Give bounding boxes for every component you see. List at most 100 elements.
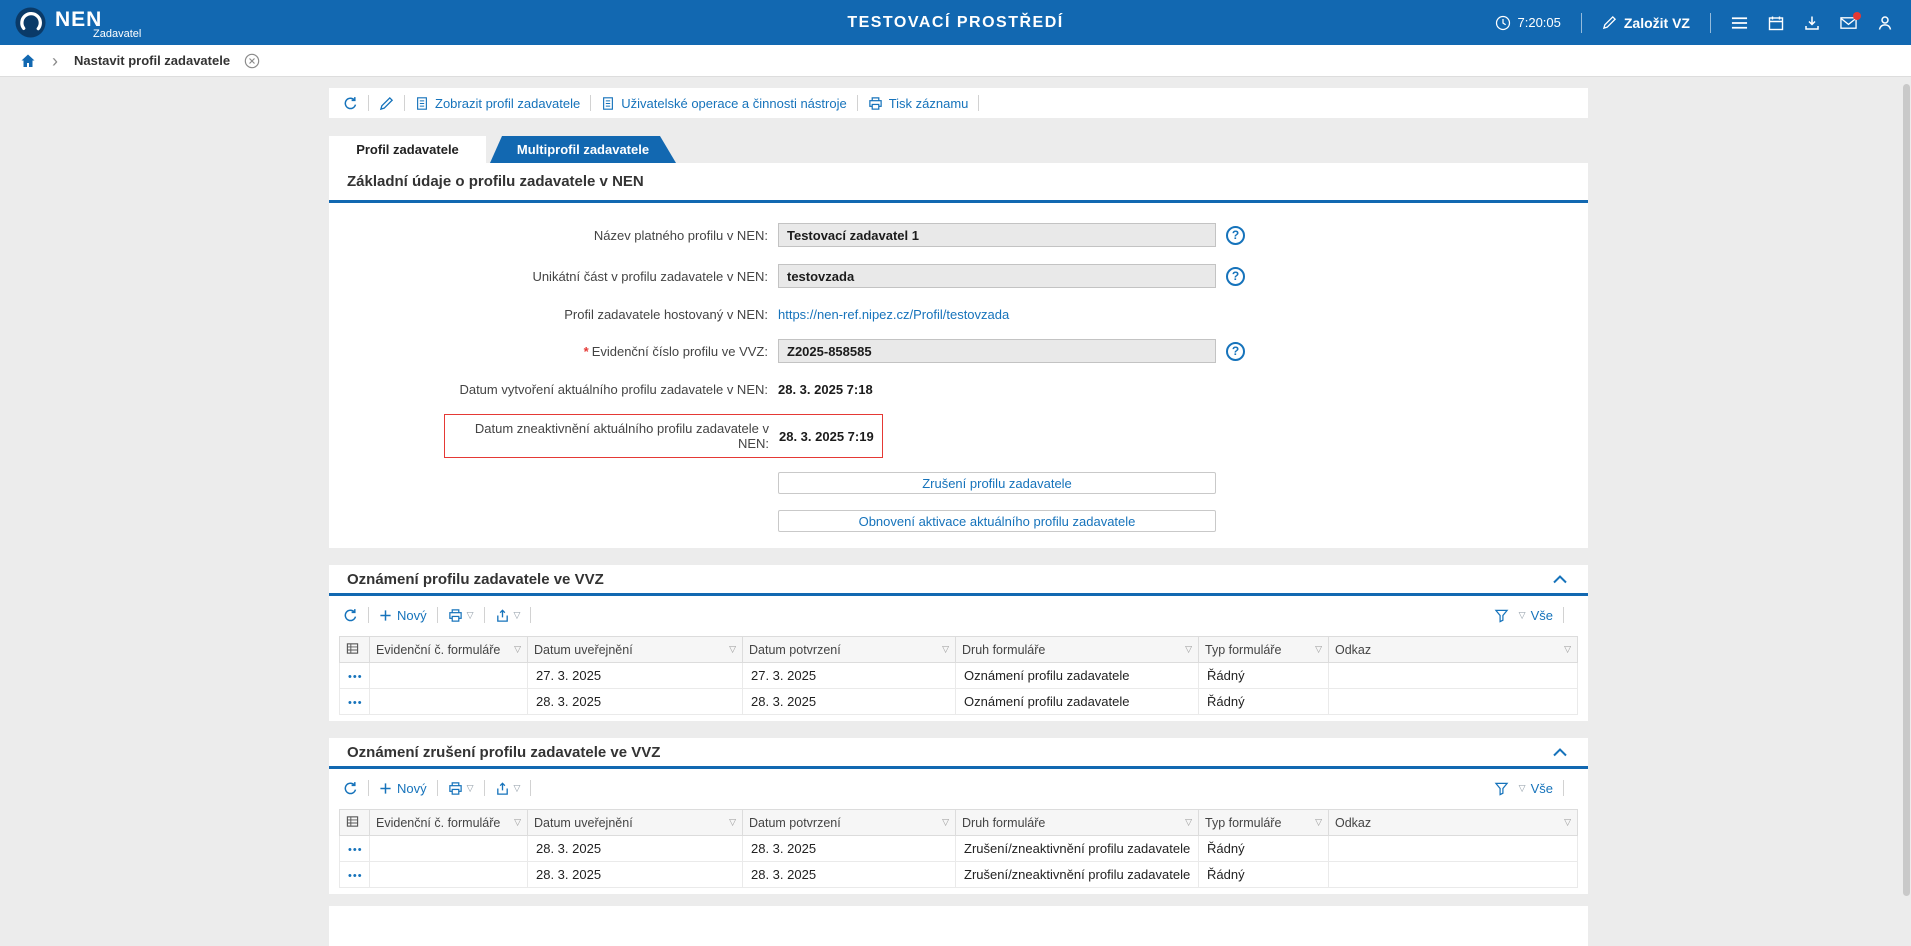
print-options-caret-icon[interactable]: ▽ [467,610,474,621]
app-logo[interactable]: NEN Zadavatel [0,6,141,40]
table-row[interactable]: ••• 28. 3. 2025 28. 3. 2025 Oznámení pro… [340,689,1578,715]
field-row-vvz-number: *Evidenční číslo profilu ve VVZ: ? [329,339,1588,363]
vvz-notices-section: Oznámení profilu zadavatele ve VVZ Nový … [329,565,1588,721]
column-header[interactable]: Typ formuláře▽ [1199,637,1329,663]
filter-caret-icon[interactable]: ▽ [1181,644,1192,655]
vvz-number-input[interactable] [778,339,1216,363]
hamburger-icon [1731,16,1748,30]
vvz-notices-table: Evidenční č. formuláře▽ Datum uveřejnění… [339,636,1578,715]
filter-caret-icon[interactable]: ▽ [938,817,949,828]
page-scrollbar[interactable] [1903,80,1910,916]
field-row-profile-name: Název platného profilu v NEN: ? [329,223,1588,247]
column-header[interactable]: Datum potvrzení▽ [743,637,956,663]
filter-caret-icon[interactable]: ▽ [725,644,736,655]
close-tab-icon[interactable] [244,53,260,69]
field-label: Datum vytvoření aktuálního profilu zadav… [329,382,768,397]
table-grid-icon [346,815,359,828]
print-record-link[interactable]: Tisk záznamu [868,96,969,111]
column-header[interactable]: Datum potvrzení▽ [743,810,956,836]
cancel-profile-button[interactable]: Zrušení profilu zadavatele [778,472,1216,494]
profile-url-link[interactable]: https://nen-ref.nipez.cz/Profil/testovza… [778,307,1009,322]
toolbar-divider [484,780,485,796]
print-grid-button[interactable] [448,781,463,796]
breadcrumb-current[interactable]: Nastavit profil zadavatele [74,53,230,68]
filter-caret-icon[interactable]: ▽ [1181,817,1192,828]
export-options-caret-icon[interactable]: ▽ [514,783,521,794]
column-header[interactable]: Evidenční č. formuláře▽ [370,810,528,836]
export-button[interactable] [495,608,510,623]
profile-tabs: Profil zadavatele Multiprofil zadavatele [329,136,1588,163]
show-all-button[interactable]: Vše [1531,781,1553,796]
filter-caret-icon[interactable]: ▽ [510,644,521,655]
help-icon[interactable]: ? [1226,226,1245,245]
row-actions-icon[interactable]: ••• [348,671,363,683]
column-header[interactable]: Typ formuláře▽ [1199,810,1329,836]
column-header[interactable]: Druh formuláře▽ [956,810,1199,836]
filter-caret-icon[interactable]: ▽ [1311,644,1322,655]
export-options-caret-icon[interactable]: ▽ [514,610,521,621]
refresh-button[interactable] [343,96,358,111]
toolbar-divider [857,95,858,111]
column-header[interactable]: Evidenční č. formuláře▽ [370,637,528,663]
new-record-button[interactable]: Nový [379,608,427,623]
table-row[interactable]: ••• 27. 3. 2025 27. 3. 2025 Oznámení pro… [340,663,1578,689]
create-vz-button[interactable]: Založit VZ [1602,15,1690,31]
messages-button[interactable] [1840,16,1857,30]
filter-caret-icon[interactable]: ▽ [1311,817,1322,828]
grid-title: Oznámení profilu zadavatele ve VVZ [347,571,604,588]
filter-caret-icon[interactable]: ▽ [1560,817,1571,828]
show-all-button[interactable]: Vše [1531,608,1553,623]
downloads-button[interactable] [1804,15,1820,31]
tab-multiprofil-zadavatele[interactable]: Multiprofil zadavatele [490,136,676,163]
filter-caret-icon[interactable]: ▽ [725,817,736,828]
show-profile-link[interactable]: Zobrazit profil zadavatele [415,96,580,111]
column-header[interactable]: Druh formuláře▽ [956,637,1199,663]
next-section-partial [329,906,1588,946]
unique-part-input[interactable] [778,264,1216,288]
help-icon[interactable]: ? [1226,267,1245,286]
filter-icon[interactable] [1494,608,1509,623]
show-all-caret-icon[interactable]: ▽ [1519,783,1526,794]
export-button[interactable] [495,781,510,796]
row-actions-icon[interactable]: ••• [348,844,363,856]
main-content: Zobrazit profil zadavatele Uživatelské o… [329,77,1588,946]
new-record-button[interactable]: Nový [379,781,427,796]
collapse-section-icon[interactable] [1552,747,1568,757]
user-operations-link[interactable]: Uživatelské operace a činnosti nástroje [601,96,846,111]
calendar-button[interactable] [1768,15,1784,31]
column-header[interactable]: Datum uveřejnění▽ [528,810,743,836]
profile-name-input[interactable] [778,223,1216,247]
tab-profil-zadavatele[interactable]: Profil zadavatele [329,136,486,163]
column-header[interactable]: Datum uveřejnění▽ [528,637,743,663]
collapse-section-icon[interactable] [1552,574,1568,584]
filter-caret-icon[interactable]: ▽ [510,817,521,828]
column-header[interactable]: Odkaz▽ [1329,637,1578,663]
menu-button[interactable] [1731,16,1748,30]
row-actions-icon[interactable]: ••• [348,697,363,709]
table-row[interactable]: ••• 28. 3. 2025 28. 3. 2025 Zrušení/znea… [340,836,1578,862]
print-options-caret-icon[interactable]: ▽ [467,783,474,794]
grid-toolbar: Nový ▽ ▽ ▽ Vše [329,769,1588,807]
help-icon[interactable]: ? [1226,342,1245,361]
plus-icon [379,609,392,622]
user-profile-button[interactable] [1877,15,1893,31]
filter-icon[interactable] [1494,781,1509,796]
home-icon[interactable] [20,53,36,68]
filter-caret-icon[interactable]: ▽ [938,644,949,655]
scrollbar-thumb[interactable] [1903,84,1910,896]
toolbar-divider [530,780,531,796]
refresh-button[interactable] [343,781,358,796]
table-settings-header[interactable] [340,810,370,836]
show-all-caret-icon[interactable]: ▽ [1519,610,1526,621]
table-row[interactable]: ••• 28. 3. 2025 28. 3. 2025 Zrušení/znea… [340,862,1578,888]
refresh-button[interactable] [343,608,358,623]
column-header[interactable]: Odkaz▽ [1329,810,1578,836]
toolbar-divider [484,607,485,623]
filter-caret-icon[interactable]: ▽ [1560,644,1571,655]
edit-record-button[interactable] [379,96,394,111]
print-grid-button[interactable] [448,608,463,623]
restore-activation-button[interactable]: Obnovení aktivace aktuálního profilu zad… [778,510,1216,532]
field-row-created-date: Datum vytvoření aktuálního profilu zadav… [329,380,1588,398]
row-actions-icon[interactable]: ••• [348,870,363,882]
table-settings-header[interactable] [340,637,370,663]
